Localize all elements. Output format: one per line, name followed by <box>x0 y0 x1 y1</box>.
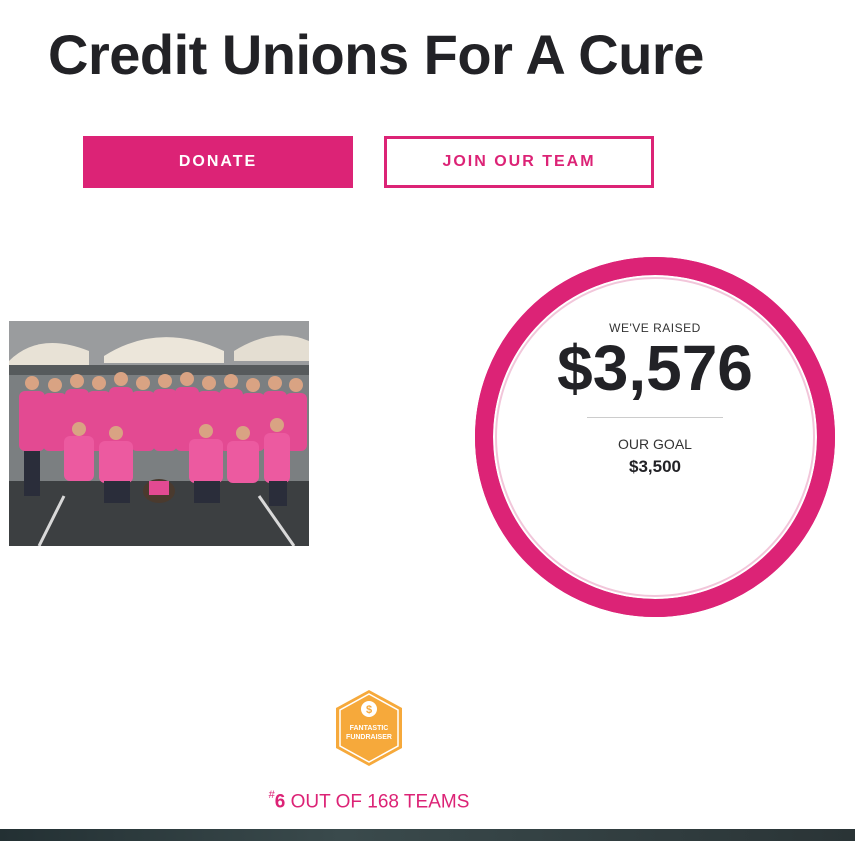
team-photo <box>9 321 309 546</box>
svg-text:$: $ <box>366 704 372 716</box>
donate-button[interactable]: DONATE <box>83 136 353 188</box>
goal-label: OUR GOAL <box>618 436 692 452</box>
progress-ring: WE'VE RAISED $3,576 OUR GOAL $3,500 <box>475 257 835 617</box>
team-rank: #6 OUT OF 168 TEAMS <box>0 789 738 813</box>
raised-amount: $3,576 <box>557 332 753 404</box>
fantastic-fundraiser-badge: $ FANTASTIC FUNDRAISER <box>334 689 404 767</box>
rank-number: 6 <box>274 791 286 813</box>
divider <box>587 417 723 418</box>
badge-line-2: FUNDRAISER <box>346 734 392 741</box>
rank-hash: # <box>268 789 275 801</box>
footer-strip <box>0 829 855 841</box>
rank-text: OUT OF 168 TEAMS <box>285 791 470 813</box>
badge-line-1: FANTASTIC <box>349 725 389 732</box>
join-team-button[interactable]: JOIN OUR TEAM <box>384 136 654 188</box>
page-title: Credit Unions For A Cure <box>48 23 704 86</box>
goal-amount: $3,500 <box>629 457 681 476</box>
team-page: Credit Unions For A Cure DONATE JOIN OUR… <box>0 0 855 841</box>
